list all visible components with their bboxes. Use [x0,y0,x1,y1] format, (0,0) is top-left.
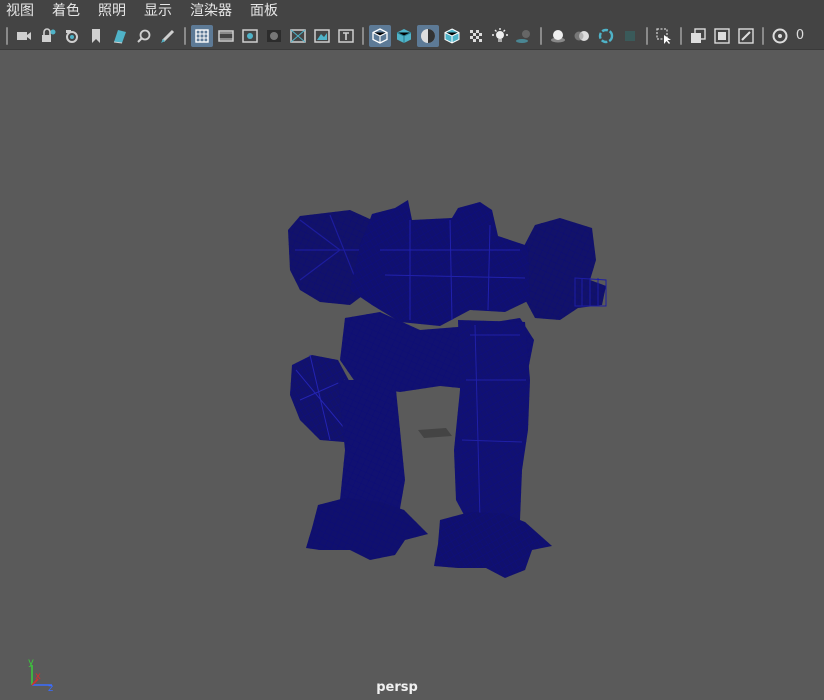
toolbar-separator[interactable] [4,26,10,46]
menu-bar: 视图 着色 照明 显示 渲染器 面板 [0,0,824,22]
grid-origin-plane [418,428,452,438]
viewport-scene [288,200,607,578]
panel-toolbar: 0 [0,22,824,50]
axis-y-label: y [28,657,34,668]
camera-lock-icon[interactable] [37,25,59,47]
shadows-icon[interactable] [513,25,535,47]
depth-of-field-icon[interactable] [619,25,641,47]
toolbar-overflow-value[interactable]: 0 [793,25,807,47]
resolution-gate-icon[interactable] [239,25,261,47]
left-foot [306,498,428,560]
camera-attr-icon[interactable] [61,25,83,47]
safe-title-icon[interactable] [335,25,357,47]
motion-blur-icon[interactable] [571,25,593,47]
xray-icon[interactable] [687,25,709,47]
textured-icon[interactable] [465,25,487,47]
right-shoulder-pod [520,218,607,320]
wireframe-on-shaded-icon[interactable] [441,25,463,47]
grease-pencil-icon[interactable] [157,25,179,47]
menu-shading[interactable]: 着色 [52,0,80,22]
toolbar-separator[interactable] [760,26,766,46]
smooth-shade-icon[interactable] [393,25,415,47]
2d-pan-zoom-icon[interactable] [133,25,155,47]
menu-lighting[interactable]: 照明 [98,0,126,22]
toolbar-separator[interactable] [678,26,684,46]
isolate-select-icon[interactable] [653,25,675,47]
toolbar-separator[interactable] [182,26,188,46]
menu-panels[interactable]: 面板 [250,0,278,22]
grid-icon[interactable] [191,24,213,47]
torso-top [350,200,530,326]
wireframe-icon[interactable] [369,24,391,47]
image-plane-icon[interactable] [109,25,131,47]
menu-renderer[interactable]: 渲染器 [190,0,232,22]
use-all-lights-icon[interactable] [489,25,511,47]
safe-action-icon[interactable] [311,25,333,47]
bookmark-icon[interactable] [85,25,107,47]
field-chart-icon[interactable] [287,25,309,47]
camera-name-label: persp [376,680,418,695]
camera-icon[interactable] [13,25,35,47]
screen-space-ao-icon[interactable] [547,25,569,47]
toolbar-separator[interactable] [360,26,366,46]
menu-show[interactable]: 显示 [144,0,172,22]
right-leg [454,320,530,528]
right-foot [434,512,552,578]
film-gate-icon[interactable] [215,25,237,47]
gate-mask-icon[interactable] [263,25,285,47]
toolbar-separator[interactable] [538,26,544,46]
perspective-viewport[interactable]: y x z persp [0,50,824,700]
menu-view[interactable]: 视图 [6,0,34,22]
shade-all-icon[interactable] [417,24,439,47]
xray-active-icon[interactable] [711,25,733,47]
toolbar-separator[interactable] [644,26,650,46]
robot-mech-wireframe [288,200,607,578]
xray-joints-icon[interactable] [735,25,757,47]
multisample-aa-icon[interactable] [595,25,617,47]
camera-sequencer-icon[interactable] [769,25,791,47]
